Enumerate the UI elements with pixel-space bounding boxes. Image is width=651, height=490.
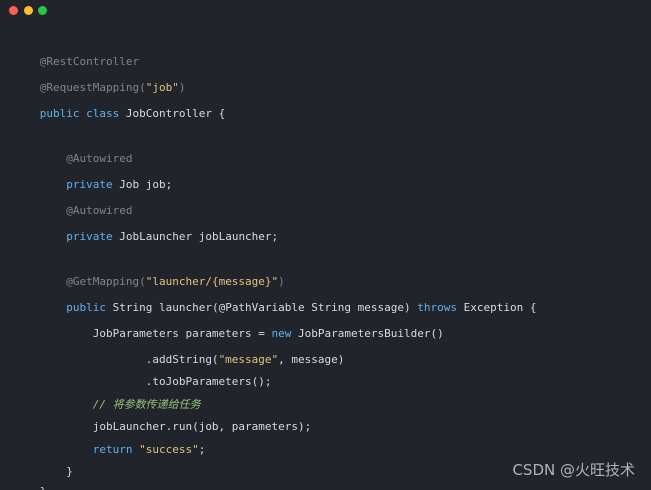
code-line: @Autowired [0, 187, 132, 217]
code-line: public class JobController { [0, 90, 225, 120]
text-token: JobLauncher jobLauncher; [112, 230, 279, 243]
code-window: @RestController @RequestMapping("job") p… [0, 0, 651, 490]
text-token: ; [198, 443, 206, 456]
code-line: } [0, 448, 73, 478]
code-line: @Autowired [0, 135, 132, 165]
code-line: .toJobParameters(); [0, 358, 272, 388]
csdn-watermark: CSDN @火旺技术 [512, 461, 635, 479]
code-line: public String launcher(@PathVariable Str… [0, 284, 536, 314]
text-token: Exception { [457, 301, 537, 314]
text-token: , message) [278, 353, 345, 366]
code-line: @RestController [0, 38, 139, 68]
code-line: } [0, 468, 47, 490]
code-line: @RequestMapping("job") [0, 64, 186, 94]
code-line: .addString("message", message) [0, 336, 345, 366]
code-line: private JobLauncher jobLauncher; [0, 213, 278, 243]
code-line: private Job job; [0, 161, 172, 191]
keyword-token: public class [39, 107, 120, 120]
text-token: } [40, 485, 47, 490]
text-token: JobController { [119, 107, 226, 120]
keyword-token: private [39, 230, 113, 243]
code-block: @RestController @RequestMapping("job") p… [0, 0, 651, 490]
code-line: // 将参数传递给任务 [0, 381, 201, 411]
code-line: return "success"; [0, 426, 206, 456]
code-line: jobLauncher.run(job, parameters); [0, 403, 312, 433]
code-line: JobParameters parameters = new JobParame… [0, 310, 444, 340]
code-line: @GetMapping("launcher/{message}") [0, 258, 285, 288]
string-token: "success" [139, 443, 199, 456]
